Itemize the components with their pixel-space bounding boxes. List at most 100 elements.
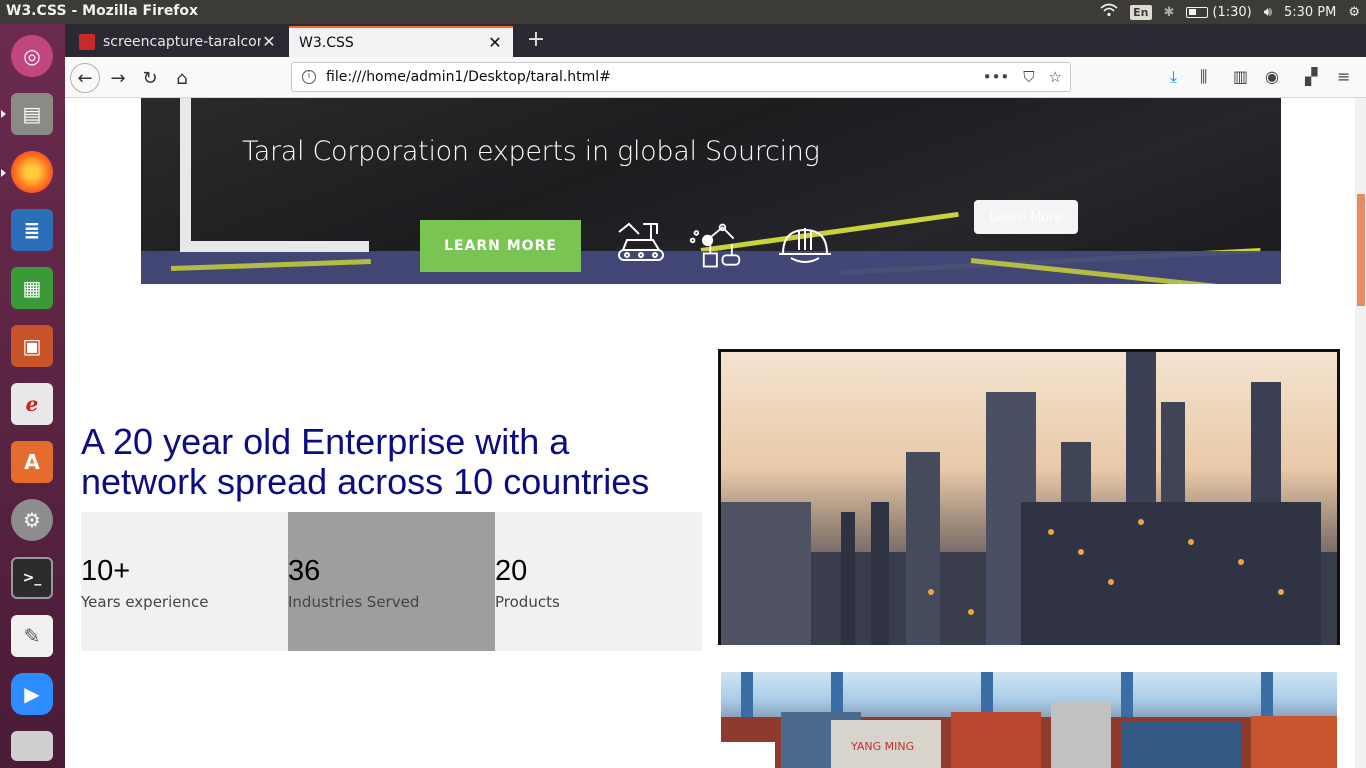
launcher-software-center[interactable]: A: [6, 436, 58, 488]
launcher-firefox[interactable]: [6, 146, 58, 198]
page-scrollbar[interactable]: [1355, 98, 1366, 768]
spreadsheet-icon: ▦: [11, 267, 53, 309]
tab-label: W3.CSS: [299, 34, 354, 51]
stat-products: 20 Products: [495, 512, 702, 651]
sidebar-icon[interactable]: ▥: [1233, 67, 1248, 86]
containers-illustration: YANG MING: [721, 672, 1337, 768]
running-indicator: [1, 110, 6, 118]
stat-number: 20: [495, 555, 528, 587]
nav-bar: ← → ↻ ⌂ i file:///home/admin1/Desktop/ta…: [65, 57, 1366, 98]
stats-row: 10+ Years experience 36 Industries Serve…: [81, 512, 702, 651]
launcher-trash[interactable]: [6, 726, 58, 766]
stat-number: 36: [288, 555, 321, 587]
bookmark-star-icon[interactable]: ☆: [1049, 68, 1062, 86]
back-button[interactable]: ←: [70, 63, 100, 93]
hero-tagline: Taral Corporation experts in global Sour…: [242, 136, 820, 167]
launcher-calc[interactable]: ▦: [6, 262, 58, 314]
battery-icon: [1186, 6, 1209, 18]
launcher-settings[interactable]: ⚙: [6, 494, 58, 546]
stat-label: Industries Served: [288, 593, 420, 611]
launcher-writer[interactable]: ≣: [6, 204, 58, 256]
clock[interactable]: 5:30 PM: [1284, 5, 1336, 20]
launcher-document-viewer[interactable]: ℯ: [6, 378, 58, 430]
launcher-files[interactable]: ▤: [6, 88, 58, 140]
menu-icon[interactable]: ≡: [1337, 67, 1350, 86]
refinery-illustration: [721, 352, 1337, 645]
account-icon[interactable]: ◉: [1265, 67, 1279, 86]
ubuntu-logo-icon: ◎: [11, 35, 53, 77]
stat-industries: 36 Industries Served: [288, 512, 495, 651]
battery-time: (1:30): [1212, 4, 1252, 20]
image-overlay-tab: [721, 742, 775, 768]
about-headline: A 20 year old Enterprise with a network …: [81, 421, 650, 502]
battery-indicator[interactable]: (1:30): [1186, 4, 1252, 20]
text-editor-icon: ✎: [11, 615, 53, 657]
image-favicon-icon: [79, 33, 95, 50]
stat-label: Years experience: [81, 593, 209, 611]
home-button[interactable]: ⌂: [167, 63, 197, 93]
scrollbar-thumb[interactable]: [1357, 194, 1365, 306]
hero-frame: [180, 241, 369, 252]
ubuntu-dash-button[interactable]: ◎: [6, 30, 58, 82]
arrow-left-icon: ←: [77, 67, 93, 89]
library-icon[interactable]: ⫼: [1200, 67, 1207, 87]
refinery-image: [718, 349, 1340, 645]
gear-icon[interactable]: ⚙: [1348, 5, 1360, 20]
hero-frame: [180, 98, 191, 251]
home-icon: ⌂: [176, 67, 188, 89]
stat-years: 10+ Years experience: [81, 512, 288, 651]
robot-arm-icon: [689, 223, 741, 268]
info-icon[interactable]: i: [302, 70, 316, 84]
launcher-zoom[interactable]: ▶: [6, 668, 58, 720]
bluetooth-icon[interactable]: ✱: [1164, 5, 1175, 20]
tab-label: screencapture-taralcorp: [103, 33, 261, 50]
reload-button[interactable]: ↻: [135, 63, 165, 93]
forward-button[interactable]: →: [103, 63, 133, 93]
tab-strip: screencapture-taralcorp ✕ W3.CSS ✕ +: [65, 24, 1366, 57]
firefox-icon: [11, 151, 53, 193]
stat-number: 10+: [81, 555, 131, 587]
launcher-terminal[interactable]: >_: [6, 552, 58, 604]
launcher: ◎ ▤ ≣ ▦ ▣ ℯ A ⚙ >_ ✎ ▶: [0, 24, 65, 768]
hard-hat-icon: [779, 228, 831, 263]
url-bar[interactable]: i file:///home/admin1/Desktop/taral.html…: [291, 62, 1071, 92]
learn-more-secondary-button[interactable]: Learn More: [974, 200, 1078, 234]
stat-label: Products: [495, 593, 560, 611]
tab-screencapture[interactable]: screencapture-taralcorp ✕: [69, 26, 287, 57]
url-actions: ••• ⛉ ☆: [983, 68, 1062, 86]
wifi-icon[interactable]: [1100, 3, 1118, 21]
container-logo-text: YANG MING: [850, 740, 914, 753]
video-camera-icon: ▶: [11, 673, 53, 715]
volume-icon[interactable]: 🔊︎: [1264, 5, 1272, 20]
system-tray: En ✱ (1:30) 🔊︎ 5:30 PM ⚙: [1100, 2, 1360, 22]
learn-more-button[interactable]: LEARN MORE: [420, 220, 581, 272]
reload-icon: ↻: [142, 67, 158, 89]
arrow-right-icon: →: [110, 67, 126, 89]
close-icon[interactable]: ✕: [487, 33, 503, 52]
url-text[interactable]: file:///home/admin1/Desktop/taral.html#: [326, 69, 611, 85]
settings-wrench-icon: ⚙: [11, 499, 53, 541]
tab-w3css[interactable]: W3.CSS ✕: [289, 26, 513, 57]
extensions-icon[interactable]: ▞: [1305, 67, 1317, 86]
document-icon: ≣: [11, 209, 53, 251]
trash-icon: [11, 731, 53, 761]
running-indicator: [1, 169, 6, 177]
pocket-icon[interactable]: ⛉: [1023, 68, 1034, 86]
launcher-impress[interactable]: ▣: [6, 320, 58, 372]
page-viewport: Taral Corporation experts in global Sour…: [65, 98, 1355, 768]
terminal-icon: >_: [11, 557, 53, 599]
pdf-viewer-icon: ℯ: [11, 383, 53, 425]
page-actions-button[interactable]: •••: [983, 68, 1010, 86]
system-top-bar: W3.CSS - Mozilla Firefox En ✱ (1:30) 🔊︎ …: [0, 0, 1366, 24]
hero-banner: Taral Corporation experts in global Sour…: [141, 98, 1281, 284]
keyboard-layout-indicator[interactable]: En: [1130, 4, 1152, 20]
port-containers-image: YANG MING: [721, 672, 1337, 768]
excavator-icon: [618, 222, 664, 261]
download-icon[interactable]: ⤓: [1170, 67, 1177, 87]
close-icon[interactable]: ✕: [261, 32, 277, 51]
new-tab-button[interactable]: +: [521, 26, 551, 56]
presentation-icon: ▣: [11, 325, 53, 367]
file-cabinet-icon: ▤: [11, 93, 53, 135]
launcher-text-editor[interactable]: ✎: [6, 610, 58, 662]
window-title: W3.CSS - Mozilla Firefox: [6, 3, 199, 19]
